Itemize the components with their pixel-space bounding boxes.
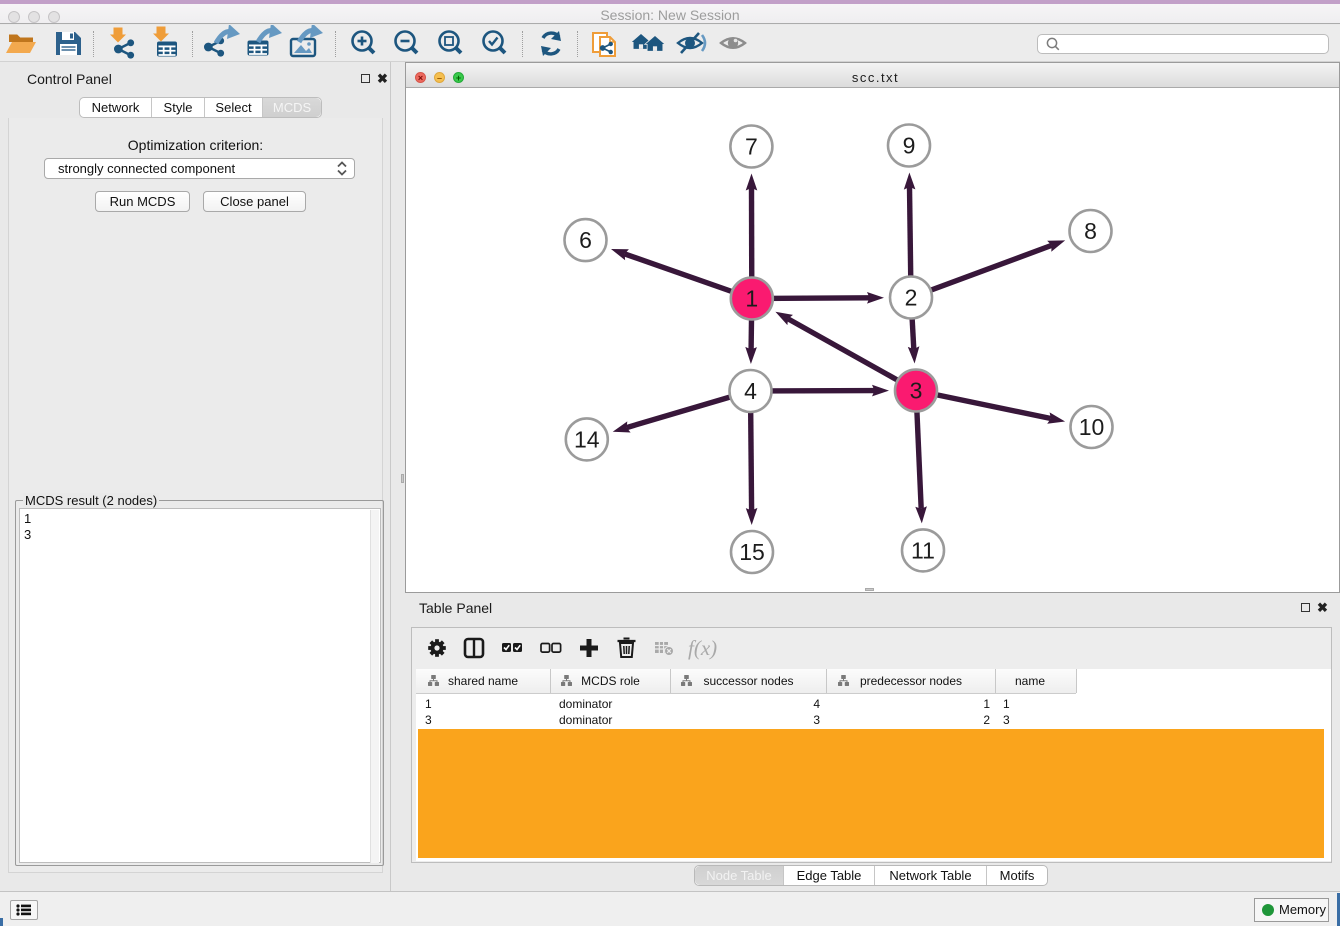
svg-text:7: 7 bbox=[745, 134, 758, 160]
svg-text:2: 2 bbox=[905, 285, 918, 311]
svg-text:1: 1 bbox=[745, 286, 758, 312]
svg-text:3: 3 bbox=[910, 378, 923, 404]
svg-text:8: 8 bbox=[1084, 218, 1097, 244]
svg-text:4: 4 bbox=[744, 378, 757, 404]
svg-text:f(x): f(x) bbox=[688, 636, 717, 660]
svg-text:10: 10 bbox=[1079, 414, 1105, 440]
svg-text:9: 9 bbox=[903, 133, 916, 159]
svg-text:14: 14 bbox=[574, 426, 600, 452]
svg-text:11: 11 bbox=[911, 537, 935, 563]
svg-text:6: 6 bbox=[579, 227, 592, 253]
svg-text:15: 15 bbox=[739, 539, 765, 565]
